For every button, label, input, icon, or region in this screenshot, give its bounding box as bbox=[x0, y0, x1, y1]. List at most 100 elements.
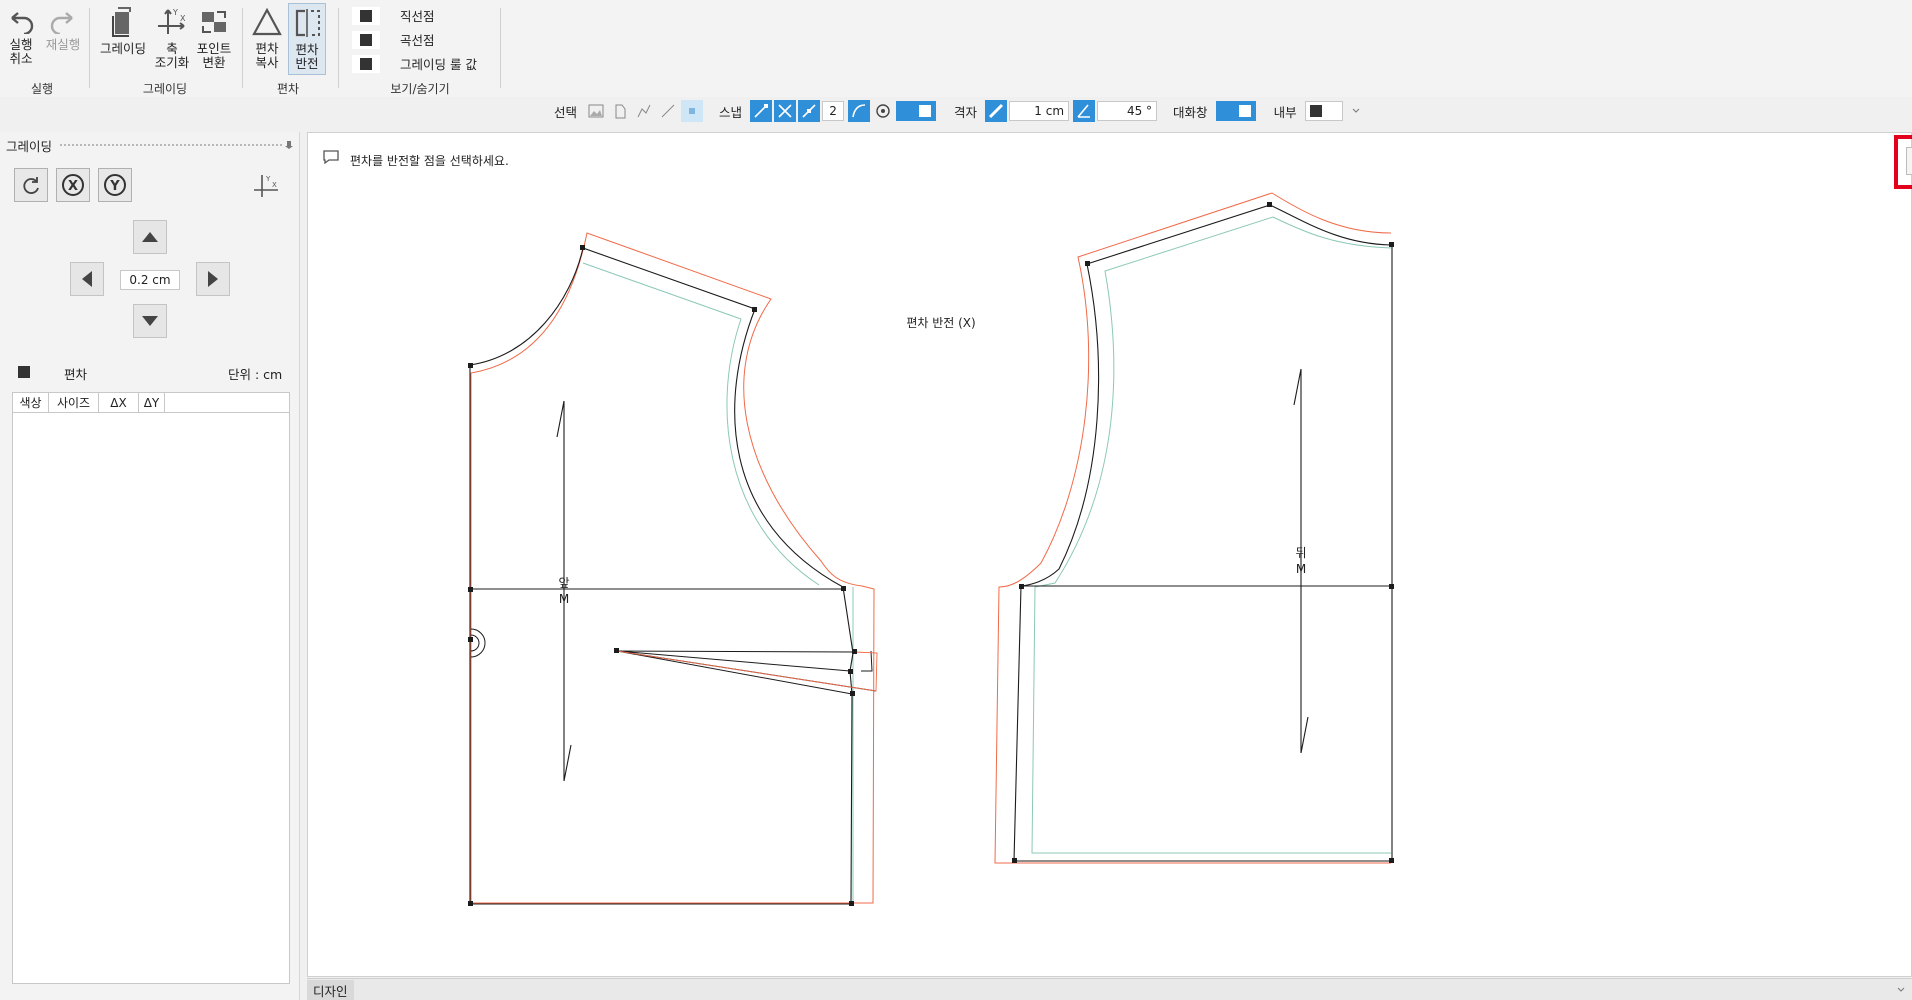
mirror-y-button[interactable]: Y bbox=[98, 168, 132, 202]
dialog-label: 대화창 bbox=[1173, 104, 1208, 120]
grading-button[interactable]: 그레이딩 bbox=[98, 6, 148, 56]
select-polyline-button[interactable] bbox=[633, 100, 655, 122]
snap-count-input[interactable]: 2 bbox=[822, 101, 845, 121]
point-convert-icon bbox=[202, 11, 226, 33]
angle-icon bbox=[1077, 104, 1091, 118]
undo-button[interactable]: 실행 취소 bbox=[4, 10, 38, 66]
move-right-button[interactable] bbox=[196, 262, 230, 296]
view-curve-row[interactable]: 곡선점 bbox=[352, 30, 435, 49]
snap-intersection-icon bbox=[778, 104, 792, 118]
deviation-flip-button[interactable]: 편차 반전 bbox=[288, 3, 326, 75]
snap-curve-icon bbox=[852, 104, 866, 118]
view-grading-rule-label: 그레이딩 룰 값 bbox=[400, 57, 477, 72]
pattern-drawing[interactable]: 앞 M 편차 반전 (X) 뒤 M bbox=[308, 133, 1912, 978]
front-size: M bbox=[559, 592, 569, 606]
back-outline[interactable] bbox=[1013, 204, 1393, 862]
point-convert-button[interactable]: 포인트 변환 bbox=[194, 6, 234, 70]
step-input[interactable]: 0.2 cm bbox=[120, 270, 180, 290]
snap-toggle[interactable] bbox=[896, 101, 937, 121]
svg-text:X: X bbox=[68, 179, 78, 194]
snap-center-button[interactable] bbox=[872, 100, 894, 122]
move-down-button[interactable] bbox=[133, 304, 167, 338]
col-color[interactable]: 색상 bbox=[13, 393, 49, 412]
polyline-icon bbox=[637, 104, 651, 118]
back-seam-inner bbox=[1031, 216, 1392, 854]
triangle-right-icon bbox=[208, 271, 218, 287]
group-deviation-label: 편차 bbox=[276, 82, 300, 96]
triangle-left-icon bbox=[82, 271, 92, 287]
redo-button[interactable]: 재실행 bbox=[40, 10, 86, 52]
redo-label: 재실행 bbox=[45, 37, 81, 52]
grading-icon bbox=[112, 7, 131, 37]
svg-text:X: X bbox=[180, 14, 186, 23]
snap-midpoint-icon bbox=[802, 104, 816, 118]
move-left-button[interactable] bbox=[70, 262, 104, 296]
select-point-button[interactable] bbox=[681, 100, 704, 122]
view-curve-label: 곡선점 bbox=[400, 33, 435, 48]
bottom-tabbar: 디자인 bbox=[307, 978, 1912, 1000]
back-piece[interactable]: 뒤 M bbox=[994, 192, 1394, 864]
image-icon bbox=[588, 104, 604, 118]
grading-table: 색상 사이즈 ΔX ΔY bbox=[12, 392, 290, 984]
point-icon bbox=[689, 108, 696, 114]
chevron-down-icon[interactable] bbox=[1896, 985, 1906, 995]
view-grading-rule-row[interactable]: 그레이딩 룰 값 bbox=[352, 54, 477, 73]
ruler-icon bbox=[988, 103, 1004, 119]
snap-intersection-button[interactable] bbox=[774, 100, 797, 122]
deviation-copy-button[interactable]: 편차 복사 bbox=[250, 6, 284, 70]
select-piece-button[interactable] bbox=[609, 100, 631, 122]
view-curve-swatch bbox=[352, 30, 380, 49]
snap-toolbar: 선택 스냅 2 격자 1 cm 45 ° 대화창 내부 bbox=[550, 100, 1361, 122]
move-up-button[interactable] bbox=[133, 220, 167, 254]
front-outline[interactable] bbox=[469, 247, 854, 905]
snap-endpoint-button[interactable] bbox=[750, 100, 773, 122]
col-dx[interactable]: ΔX bbox=[99, 393, 139, 412]
group-view-label: 보기/숨기기 bbox=[390, 82, 450, 96]
back-grainline bbox=[1293, 368, 1309, 754]
mirror-x-button[interactable]: X bbox=[56, 168, 90, 202]
inner-swatch[interactable] bbox=[1304, 101, 1343, 121]
triangle-icon bbox=[252, 7, 282, 36]
col-size[interactable]: 사이즈 bbox=[49, 393, 99, 412]
col-dy[interactable]: ΔY bbox=[139, 393, 165, 412]
undo-icon bbox=[11, 12, 34, 34]
grading-panel: 그레이딩 X Y YX 0.2 cm 편차 단위 : cm 색상 사이즈 ΔX … bbox=[0, 132, 300, 1000]
select-line-button[interactable] bbox=[657, 100, 679, 122]
unit-label: 단위 : cm bbox=[228, 367, 283, 382]
grid-ruler-button[interactable] bbox=[985, 100, 1008, 122]
select-image-button[interactable] bbox=[585, 100, 607, 122]
view-straight-swatch bbox=[352, 6, 380, 25]
group-run-label: 실행 bbox=[30, 82, 54, 96]
front-seam-inner bbox=[582, 262, 854, 903]
axis-icon[interactable]: YX bbox=[252, 172, 280, 200]
view-grading-rule-swatch bbox=[352, 54, 380, 73]
piece-icon bbox=[615, 104, 626, 119]
inner-label: 내부 bbox=[1273, 104, 1297, 120]
ribbon-toolbar: 실행 취소 재실행 실행 그레이딩 YX 축 조기화 포인트 변환 그레이딩 편… bbox=[0, 0, 1912, 97]
grid-size-input[interactable]: 1 cm bbox=[1009, 101, 1070, 121]
deviation-swatch[interactable] bbox=[18, 366, 30, 378]
front-piece[interactable]: 앞 M bbox=[468, 232, 878, 906]
dialog-toggle[interactable] bbox=[1215, 101, 1256, 121]
angle-button[interactable] bbox=[1073, 100, 1096, 122]
snap-curve-button[interactable] bbox=[848, 100, 871, 122]
grading-panel-title: 그레이딩 bbox=[6, 139, 53, 154]
ribbon-separator bbox=[338, 8, 339, 88]
pattern-canvas[interactable]: 편차를 반전할 점을 선택하세요. X 앞 M 편차 반전 (X) bbox=[307, 132, 1912, 977]
rotate-button[interactable] bbox=[14, 168, 48, 202]
back-seam-outer bbox=[994, 192, 1392, 864]
tab-design[interactable]: 디자인 bbox=[307, 980, 354, 1000]
axis-reset-button[interactable]: YX 축 조기화 bbox=[152, 6, 192, 70]
deviation-label: 편차 bbox=[64, 367, 88, 382]
angle-input[interactable]: 45 ° bbox=[1097, 101, 1158, 121]
chevron-down-icon[interactable] bbox=[1351, 106, 1361, 116]
y-circle-icon: Y bbox=[104, 174, 126, 196]
front-grainline bbox=[556, 400, 572, 782]
snap-center-icon bbox=[876, 104, 890, 118]
snap-midpoint-button[interactable] bbox=[798, 100, 821, 122]
x-circle-icon: X bbox=[62, 174, 84, 196]
front-label: 앞 bbox=[558, 576, 569, 590]
view-straight-row[interactable]: 직선점 bbox=[352, 6, 435, 25]
axis-reset-label: 축 조기화 bbox=[154, 41, 190, 70]
pin-icon[interactable] bbox=[284, 140, 294, 150]
